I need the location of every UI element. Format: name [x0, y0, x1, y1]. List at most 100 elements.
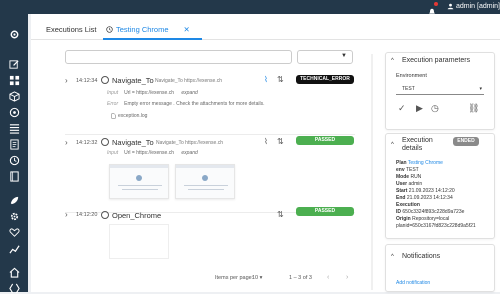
filter-input[interactable] — [65, 50, 292, 64]
detail-row: Start 21.09.2023 14:12:20 — [396, 188, 455, 194]
attachment-icon[interactable]: ⌇ — [264, 75, 268, 84]
cube-icon[interactable] — [8, 90, 20, 102]
expand-link[interactable]: expand — [181, 90, 197, 96]
step-time: 14:12:34 — [76, 78, 98, 84]
step-subtitle: Navigate_To https://exense.ch — [155, 78, 222, 84]
detail-row: Plan Testing Chrome — [396, 160, 443, 166]
panel-title: Execution parameters — [402, 57, 471, 64]
list-icon[interactable] — [8, 122, 20, 134]
step-title: Open_Chrome — [112, 211, 162, 220]
scrollbar[interactable] — [371, 54, 373, 290]
tab-executions-list[interactable]: Executions List — [46, 25, 96, 34]
detail-row: env TEST — [396, 167, 419, 173]
edit-icon[interactable] — [8, 58, 20, 70]
check-circle-icon[interactable]: ✓ — [398, 103, 406, 114]
gear-icon[interactable] — [8, 210, 20, 222]
chevron-up-icon[interactable]: ^ — [391, 254, 394, 260]
clock-icon[interactable] — [8, 154, 20, 166]
main-panel: Executions List Testing Chrome ✕ ▼ › 14:… — [31, 14, 500, 292]
status-badge: ENDED — [453, 137, 479, 146]
detail-row: Execution — [396, 202, 420, 208]
step-error: Error Empty error message . Check the att… — [107, 101, 265, 107]
execution-parameters-panel: ^ Execution parameters Environment TEST … — [385, 52, 495, 130]
environment-select[interactable]: TEST ▾ — [396, 85, 484, 95]
document-icon[interactable] — [8, 138, 20, 150]
rocket-icon[interactable] — [8, 194, 20, 206]
panel-title-line1: Execution — [402, 137, 433, 144]
file-icon — [111, 113, 116, 119]
step-input: Input Url = https://exense.ch expand — [107, 150, 198, 156]
detail-row: End 21.09.2023 14:12:34 — [396, 195, 453, 201]
close-icon[interactable]: ✕ — [184, 25, 190, 34]
heart-pulse-icon[interactable] — [8, 226, 20, 238]
step-type-icon — [101, 76, 109, 84]
notifications-panel: ^ Notifications Add notification — [385, 244, 495, 292]
step-time: 14:12:20 — [76, 212, 98, 218]
chevron-down-icon: ▼ — [341, 53, 347, 59]
status-badge: PASSED — [296, 136, 354, 145]
user-label: admin [admin] — [456, 3, 500, 10]
expand-chevron[interactable]: › — [65, 138, 68, 147]
active-tab-indicator — [103, 38, 202, 40]
execution-details-panel: ^ Execution details ENDED Plan Testing C… — [385, 133, 495, 239]
chevron-up-icon[interactable]: ^ — [391, 58, 394, 64]
expand-chevron[interactable]: › — [65, 210, 68, 219]
status-badge: PASSED — [296, 207, 354, 216]
grid-icon[interactable] — [8, 74, 20, 86]
attachment-icon[interactable]: ⌇ — [264, 137, 268, 146]
tab-bar: Executions List Testing Chrome ✕ — [31, 14, 500, 40]
bracket-icon[interactable] — [8, 282, 20, 294]
user-menu[interactable]: admin [admin] — [447, 3, 500, 10]
chevron-up-icon[interactable]: ^ — [391, 142, 394, 148]
detail-row: ID 650c3324f893c228d9a723e — [396, 209, 465, 215]
expand-chevron[interactable]: › — [65, 76, 68, 85]
top-bar: admin [admin] — [0, 0, 500, 16]
link-icon[interactable]: ⛓ — [468, 103, 479, 114]
detail-row: User admin — [396, 181, 423, 187]
expand-link[interactable]: expand — [181, 150, 197, 156]
items-per-page-label: Items per page: — [215, 275, 254, 281]
chevron-down-icon: ▾ — [259, 275, 263, 281]
swap-icon[interactable]: ⇅ — [277, 210, 284, 219]
settings-icon[interactable] — [8, 28, 20, 40]
panel-title-line2: details — [402, 145, 423, 152]
status-badge: TECHNICAL_ERROR — [296, 75, 354, 84]
panel-title: Notifications — [402, 253, 441, 260]
play-circle-icon[interactable]: ▶ — [416, 103, 423, 114]
chevron-down-icon: ▾ — [479, 86, 482, 92]
notification-badge — [434, 2, 438, 6]
clock-icon[interactable]: ◷ — [431, 103, 439, 114]
swap-icon[interactable]: ⇅ — [277, 137, 284, 146]
detail-row: Origin Repository=local — [396, 216, 450, 222]
status-filter-select[interactable]: ▼ — [297, 50, 353, 64]
step-title: Navigate_To — [112, 138, 154, 147]
package-icon[interactable] — [8, 106, 20, 118]
environment-label: Environment — [396, 73, 427, 79]
book-icon[interactable] — [8, 170, 20, 182]
detail-row: planid=650c3167fd823c228d9a5f21 — [396, 223, 476, 229]
chart-icon[interactable] — [8, 242, 20, 254]
user-icon — [447, 3, 454, 10]
add-notification-link[interactable]: Add notification — [396, 280, 430, 286]
items-per-page-select[interactable]: 10 ▾ — [252, 275, 262, 281]
home-icon[interactable] — [8, 266, 20, 278]
step-time: 14:12:32 — [76, 140, 98, 146]
swap-icon[interactable]: ⇅ — [277, 75, 284, 84]
next-page-button[interactable]: › — [346, 274, 348, 281]
step-title: Navigate_To — [112, 76, 154, 85]
tab-testing-chrome[interactable]: Testing Chrome ✕ — [106, 25, 190, 34]
row-divider — [65, 134, 355, 135]
screenshot-thumbnail[interactable] — [109, 224, 169, 259]
attachment-link[interactable]: exception.log — [111, 113, 147, 119]
step-input: Input Url = https://exense.ch expand — [107, 90, 198, 96]
prev-page-button[interactable]: ‹ — [327, 274, 329, 281]
sidebar — [0, 14, 28, 294]
step-type-icon — [101, 138, 109, 146]
step-type-icon — [101, 211, 109, 219]
screenshot-thumbnail[interactable] — [175, 164, 235, 199]
tab-label: Testing Chrome — [116, 25, 169, 34]
screenshot-thumbnail[interactable] — [109, 164, 169, 199]
step-subtitle: Navigate_To https://exense.ch — [156, 140, 223, 146]
detail-row: Mode RUN — [396, 174, 422, 180]
page-range: 1 – 3 of 3 — [289, 275, 312, 281]
